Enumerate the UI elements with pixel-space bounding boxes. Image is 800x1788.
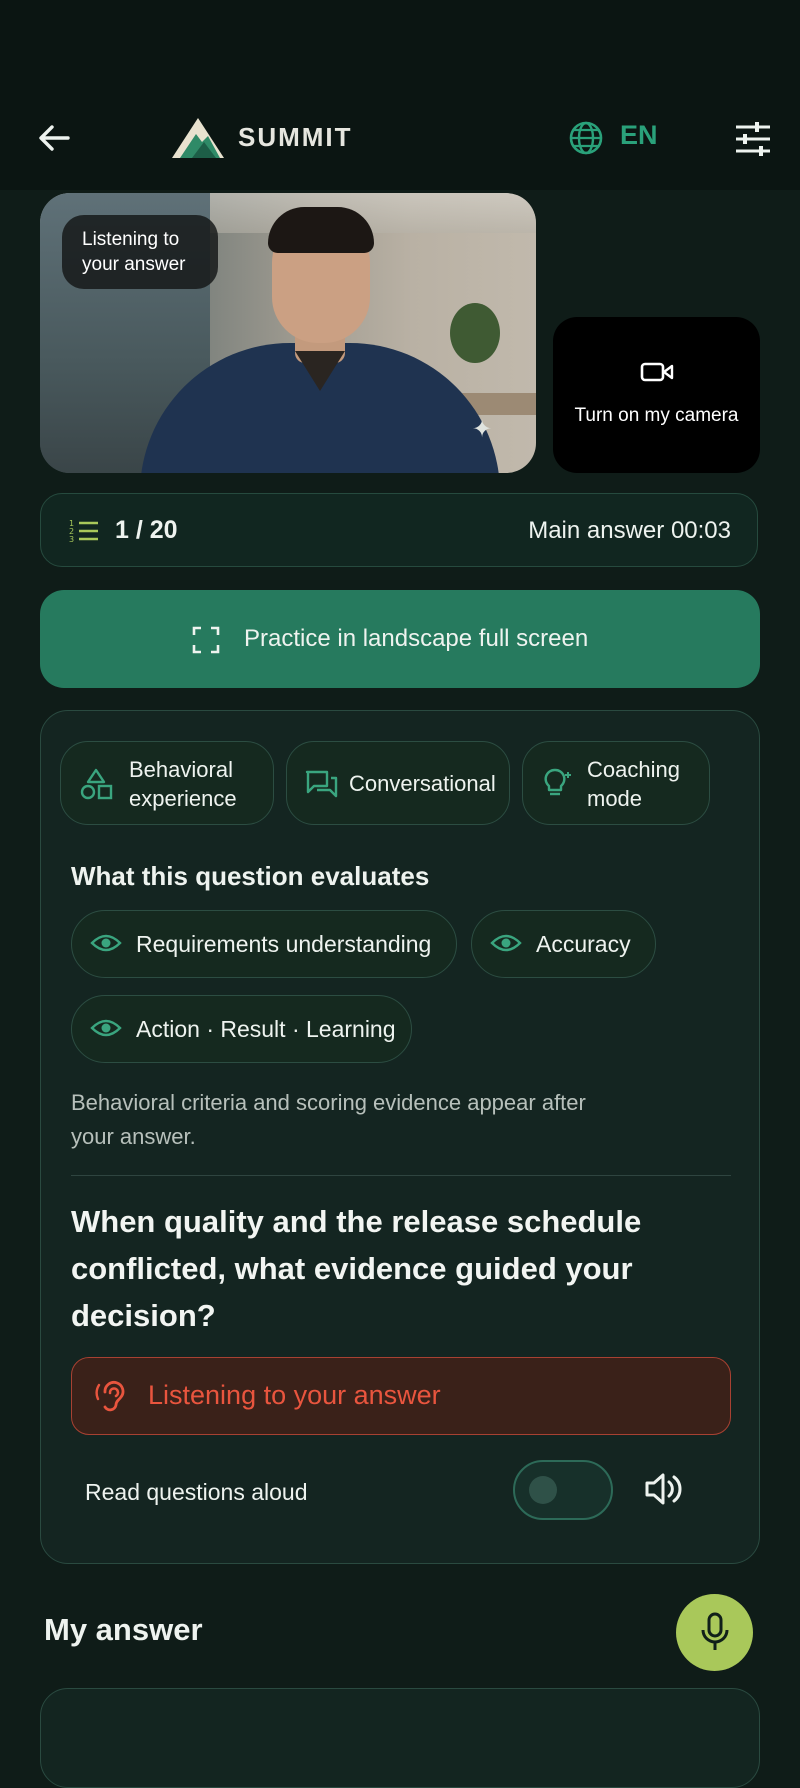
- landscape-fullscreen-button[interactable]: Practice in landscape full screen: [40, 590, 760, 688]
- microphone-icon: [701, 1612, 729, 1650]
- mountain-logo: [172, 118, 224, 158]
- interviewer-video: ✦ Listening to your answer: [40, 193, 536, 473]
- app-header: [0, 0, 800, 190]
- video-camera-icon: [640, 362, 674, 382]
- microphone-button[interactable]: [676, 1594, 753, 1671]
- globe-icon[interactable]: [568, 120, 604, 156]
- criteria-note: Behavioral criteria and scoring evidence…: [71, 1090, 586, 1149]
- landscape-button-label: Practice in landscape full screen: [244, 625, 589, 652]
- shapes-icon: [80, 768, 113, 800]
- eye-icon: [490, 934, 522, 952]
- criteria-chip: Action · Result · Learning: [71, 995, 412, 1063]
- turn-on-camera-button[interactable]: Turn on my camera: [553, 317, 760, 473]
- listening-overlay: Listening to your answer: [62, 215, 218, 289]
- answer-box[interactable]: [40, 1688, 760, 1788]
- divider: [71, 1175, 731, 1176]
- eye-icon: [90, 934, 122, 952]
- read-aloud-toggle[interactable]: [513, 1460, 613, 1520]
- criteria-label: Requirements understanding: [136, 931, 432, 957]
- back-arrow-icon[interactable]: [34, 118, 74, 158]
- svg-text:3: 3: [69, 535, 74, 544]
- listening-status-banner: Listening to your answer: [71, 1357, 731, 1435]
- mode-chip-behavioral[interactable]: Behavioral experience: [60, 741, 274, 825]
- read-aloud-label: Read questions aloud: [85, 1479, 308, 1505]
- mode-chip-label: Conversational: [349, 771, 496, 796]
- mode-chip-coaching[interactable]: Coaching mode: [522, 741, 710, 825]
- fullscreen-icon: [192, 626, 220, 654]
- tune-icon[interactable]: [733, 119, 773, 159]
- sparkle-icon: ✦: [472, 416, 493, 443]
- question-progress-bar: 1 2 3 1 / 20 Main answer 00:03: [40, 493, 758, 567]
- ear-icon: [95, 1380, 125, 1412]
- lightbulb-icon: [544, 768, 571, 796]
- eye-icon: [90, 1019, 122, 1037]
- mode-chip-conversational[interactable]: Conversational: [286, 741, 510, 825]
- speaker-icon[interactable]: [643, 1469, 683, 1509]
- brand-name: SUMMIT: [238, 122, 353, 152]
- my-answer-title: My answer: [44, 1612, 203, 1647]
- question-text: When quality and the release schedule co…: [71, 1204, 642, 1333]
- language-selector[interactable]: EN: [620, 120, 658, 151]
- mode-chip-label: Behavioral experience: [129, 757, 237, 811]
- camera-button-label: Turn on my camera: [574, 405, 739, 426]
- criteria-chip: Accuracy: [471, 910, 656, 978]
- listening-status-text: Listening to your answer: [148, 1380, 441, 1410]
- evaluates-title: What this question evaluates: [71, 861, 430, 891]
- question-counter: 1 / 20: [115, 516, 178, 544]
- answer-timer: Main answer 00:03: [528, 517, 731, 544]
- criteria-label: Action · Result · Learning: [136, 1016, 396, 1042]
- numbered-list-icon: 1 2 3: [69, 519, 98, 544]
- toggle-knob: [529, 1476, 557, 1504]
- criteria-label: Accuracy: [536, 931, 631, 957]
- mode-chip-label: Coaching mode: [587, 757, 680, 811]
- chat-icon: [305, 770, 338, 798]
- criteria-chip: Requirements understanding: [71, 910, 457, 978]
- question-card: Behavioral experience Conversational Coa…: [40, 710, 760, 1564]
